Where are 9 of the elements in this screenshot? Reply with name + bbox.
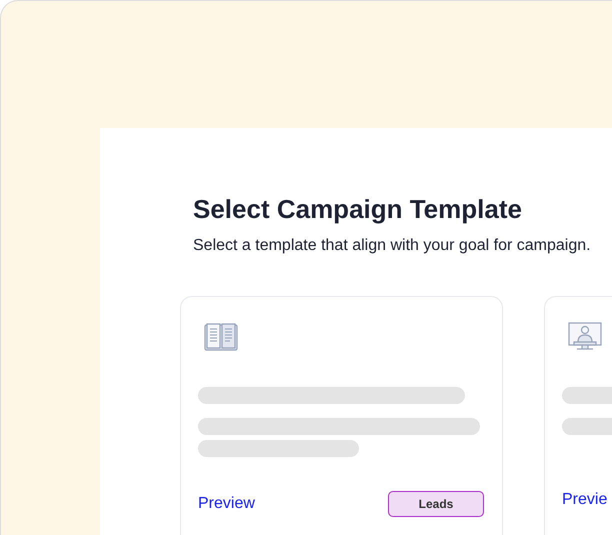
- template-card[interactable]: Preview Leads: [180, 296, 503, 535]
- template-card[interactable]: Previe: [544, 296, 612, 535]
- page-subtitle: Select a template that align with your goal for campaign.: [193, 237, 592, 255]
- monitor-person-icon: [568, 322, 602, 352]
- book-icon: [204, 322, 238, 352]
- category-tag: Leads: [388, 491, 484, 517]
- preview-link[interactable]: Preview: [198, 495, 255, 513]
- page-title: Select Campaign Template: [193, 194, 523, 225]
- preview-link[interactable]: Previe: [562, 491, 608, 509]
